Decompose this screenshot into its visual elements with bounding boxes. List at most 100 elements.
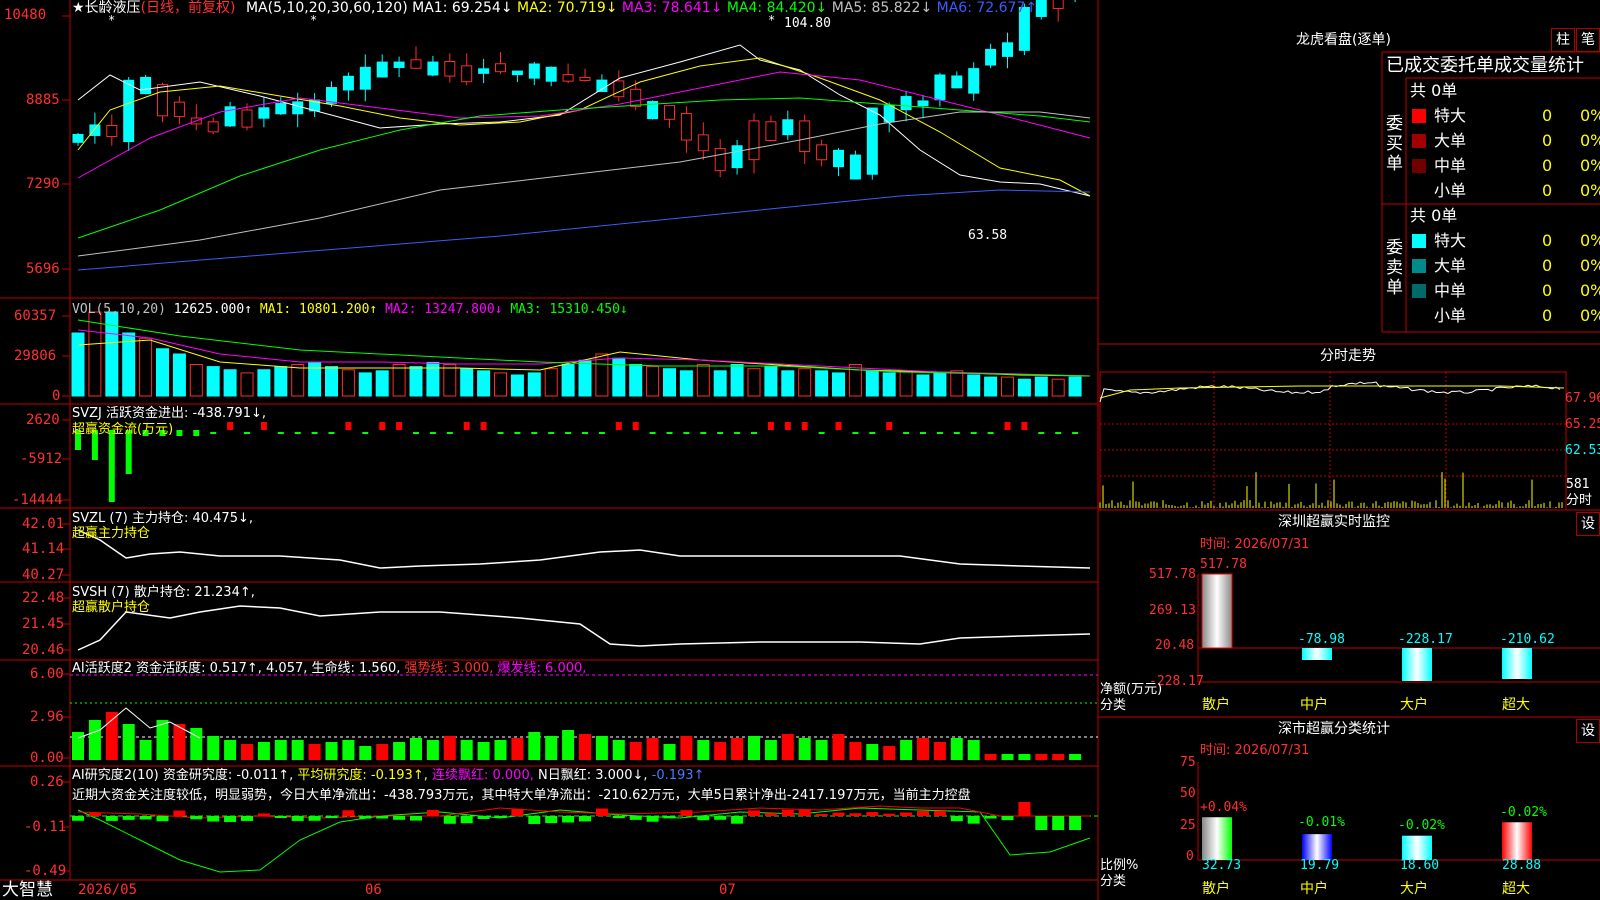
vol-bar-up (392, 364, 406, 397)
svzj-bar (463, 422, 470, 430)
vol-bar-up (189, 364, 203, 397)
svsh-axis-2: 21.45 (22, 616, 65, 632)
svzj-bar (1021, 422, 1028, 430)
candle-up (562, 74, 574, 82)
svzj-axis-2: -5912 (20, 451, 63, 467)
sell-row-count: 0 (1542, 306, 1553, 325)
vol-bar-down (510, 374, 524, 397)
ai-research-last: -0.193↑ (651, 768, 705, 783)
intraday-axis-3: 62.53 (1565, 443, 1600, 458)
intraday-axis-2: 65.25 (1565, 417, 1600, 432)
intraday-axis-4: 581 (1566, 477, 1590, 492)
sell-row-count: 0 (1542, 256, 1553, 275)
research-bar (562, 816, 575, 823)
ma-item-1: MA1: 69.254↓ (412, 0, 513, 16)
ai-active-bar (781, 734, 794, 760)
ma-item-5: MA5: 85.822↓ (827, 0, 933, 16)
vol-bar-down (781, 370, 795, 397)
ai-active-bar (1035, 754, 1048, 760)
monitor-value: -210.62 (1500, 632, 1555, 647)
ma-item-6: MA6: 72.677↑ (932, 0, 1038, 16)
ai-active-bar (241, 744, 253, 760)
vol-bar-up (240, 372, 254, 397)
svzj-bar (311, 432, 318, 434)
buy-total: 共 0单 (1410, 81, 1458, 100)
vol-ma1: MA1: 10801.200↑ (259, 302, 378, 317)
ai-active-bar (393, 742, 406, 760)
research-bar (849, 813, 862, 816)
vol-bar-down (832, 372, 845, 397)
svzj-bar (615, 422, 622, 430)
monitor-time: 时间: 2026/07/31 (1200, 537, 1310, 552)
ai-active-bar (1069, 754, 1082, 760)
monitor-category: 大户 (1400, 697, 1428, 713)
monitor-value: 517.78 (1200, 557, 1247, 572)
ma6-line (77, 189, 1091, 271)
bar-view-button[interactable]: 柱 (1551, 28, 1575, 52)
vol-bar-down (122, 332, 136, 397)
sell-row-count: 0 (1542, 231, 1553, 250)
monitor-category: 超大 (1502, 697, 1530, 713)
stat-bar (1402, 835, 1432, 860)
candle-down (511, 70, 523, 76)
vol-bar-up (950, 370, 964, 397)
buy-row-count: 0 (1542, 156, 1553, 175)
ai-active-bar (967, 740, 980, 760)
vol-axis-3: 0 (52, 388, 61, 404)
svzl-sub: 超赢主力持仓 (72, 526, 151, 541)
svzj-bar (632, 422, 639, 430)
vol-axis-2: 29806 (14, 348, 57, 364)
stat-settings-button[interactable]: 设 (1576, 719, 1600, 743)
svzj-sub: 超赢资金流(万元) (72, 422, 174, 437)
kline-chart-area[interactable]: * * * (0, 0, 1600, 900)
tick-view-button[interactable]: 笔 (1576, 28, 1600, 52)
sell-row-label: 中单 (1434, 281, 1467, 300)
monitor-settings-button[interactable]: 设 (1576, 512, 1600, 536)
research-bar (342, 810, 355, 816)
buy-orders-title: 委买单 (1386, 114, 1403, 174)
vol-bar-up (899, 370, 913, 397)
ai-active-bar (933, 742, 946, 760)
svzl-axis-1: 42.01 (22, 516, 65, 532)
svzj-bar (413, 432, 419, 434)
vol-bar-down (426, 361, 440, 397)
candle-up (630, 88, 642, 107)
intraday-title: 分时走势 (1320, 348, 1376, 364)
ai-active-bar (1001, 754, 1014, 760)
ma-item-2: MA2: 70.719↓ (512, 0, 618, 16)
ai-active-bar (257, 742, 270, 760)
research-bar (714, 816, 727, 820)
vol-bar-down (223, 369, 237, 397)
lhb-title: 龙虎看盘(逐单) (1296, 32, 1391, 48)
research-bar (190, 816, 203, 820)
research-bar (781, 809, 794, 816)
sell-row-label: 小单 (1434, 306, 1467, 325)
ai-active-bar (139, 740, 152, 760)
candle-down (917, 100, 929, 107)
ai-active-bar (562, 730, 575, 760)
research-bar (832, 812, 845, 816)
monitor-axis-3: 20.48 (1155, 638, 1195, 653)
ai-research-nday: N日飘红: 3.000↓, (538, 768, 648, 783)
candle-up (444, 61, 456, 77)
high-price-label: 104.80 (784, 16, 831, 31)
svzj-bar (1038, 432, 1045, 434)
buy-row-swatch (1412, 109, 1426, 123)
monitor-bar (1402, 648, 1432, 681)
vol-bar-down (815, 370, 829, 397)
ai-active-bar (764, 740, 777, 760)
research-bar (680, 810, 693, 816)
svzj-bar (1004, 422, 1011, 430)
research-bar (274, 816, 287, 819)
candle-down (934, 74, 946, 101)
research-bar (917, 811, 929, 816)
svzj-bar (1072, 432, 1079, 434)
vol-bar-down (865, 370, 879, 397)
research-bar (224, 816, 237, 822)
research-bar (376, 816, 389, 819)
candle-up (680, 113, 692, 141)
research-bar (1035, 816, 1048, 830)
research-bar (139, 816, 152, 820)
buy-row-label: 小单 (1434, 181, 1467, 200)
svzj-bar (903, 432, 910, 434)
